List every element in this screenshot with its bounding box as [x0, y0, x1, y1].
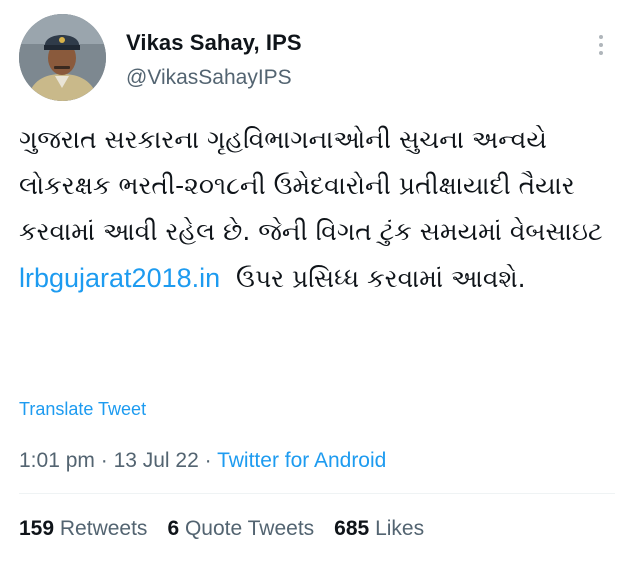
author-handle[interactable]: @VikasSahayIPS — [126, 66, 292, 90]
author-name[interactable]: Vikas Sahay, IPS — [126, 30, 302, 56]
likes-count: 685 — [334, 517, 370, 540]
tweet-text-before-link: ગુજરાત સરકારના ગૃહવિભાગનાઓની સુચના અન્વય… — [19, 125, 611, 246]
retweets-label: Retweets — [59, 517, 148, 540]
meta-separator: · — [198, 449, 218, 472]
quote-tweets-stat[interactable]: 6 Quote Tweets — [167, 517, 314, 541]
retweets-stat[interactable]: 159 Retweets — [19, 517, 147, 541]
tweet-meta: 1:01 pm · 13 Jul 22 · Twitter for Androi… — [19, 449, 386, 473]
divider — [19, 493, 615, 494]
retweets-count: 159 — [19, 517, 55, 540]
avatar[interactable] — [19, 14, 106, 101]
meta-separator: · — [94, 449, 114, 472]
dot — [599, 43, 603, 47]
quote-tweets-count: 6 — [167, 517, 180, 540]
translate-tweet-link[interactable]: Translate Tweet — [19, 399, 146, 420]
tweet-text: ગુજરાત સરકારના ગૃહવિભાગનાઓની સુચના અન્વય… — [19, 117, 619, 302]
likes-stat[interactable]: 685 Likes — [334, 517, 424, 541]
tweet-text-after-link: ઉપર પ્રસિધ્ધ કરવામાં આવશે. — [220, 264, 526, 293]
quote-tweets-label: Quote Tweets — [184, 517, 315, 540]
dot — [599, 35, 603, 39]
tweet-stats: 159 Retweets 6 Quote Tweets 685 Likes — [19, 517, 424, 541]
website-link[interactable]: lrbgujarat2018.in — [19, 263, 220, 293]
tweet-date[interactable]: 13 Jul 22 — [114, 449, 199, 472]
more-options-icon[interactable] — [586, 30, 616, 60]
profile-photo-icon — [19, 14, 106, 101]
tweet-time[interactable]: 1:01 pm — [19, 449, 95, 472]
tweet-source-link[interactable]: Twitter for Android — [217, 449, 386, 472]
likes-label: Likes — [375, 517, 425, 540]
dot — [599, 51, 603, 55]
